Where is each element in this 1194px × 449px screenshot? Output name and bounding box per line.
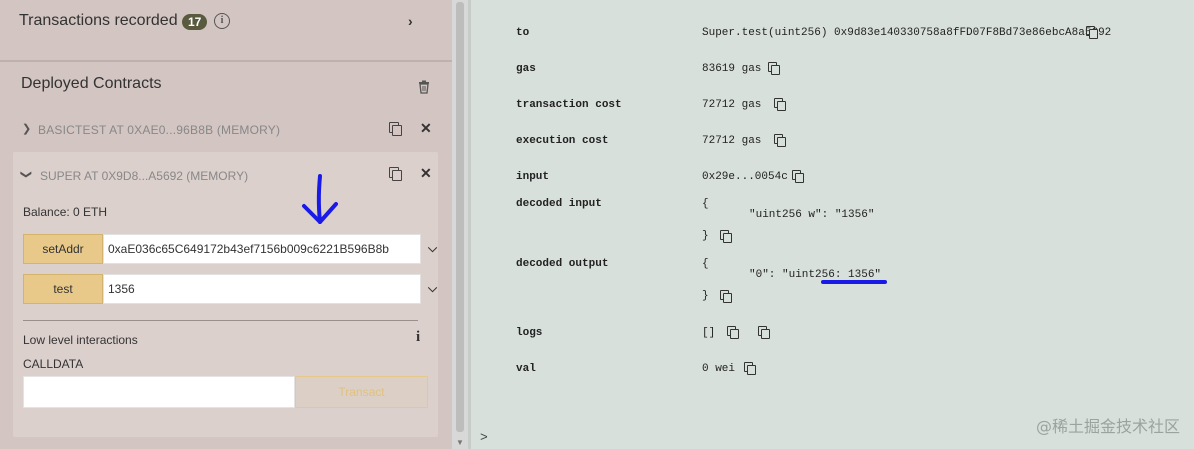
annotation-underline — [821, 280, 887, 284]
watermark: @稀土掘金技术社区 — [1035, 417, 1180, 436]
decoded-output-close: } — [702, 290, 709, 302]
scroll-down-icon[interactable]: ▼ — [456, 438, 464, 447]
value-gas: 83619 gas — [702, 63, 762, 75]
copy-icon[interactable] — [774, 98, 786, 111]
copy-icon[interactable] — [792, 170, 804, 183]
chevron-down-icon[interactable]: ⌵ — [428, 241, 437, 256]
key-input: input — [516, 171, 550, 183]
chevron-down-icon[interactable]: ⌵ — [428, 281, 437, 296]
contract-row-basictest[interactable]: ❯ BASICTEST AT 0XAE0...96B8B (MEMORY) ✕ — [0, 112, 452, 146]
copy-icon[interactable] — [744, 362, 756, 375]
function-row-test: test 1356 ⌵ — [23, 274, 437, 304]
calldata-label: CALLDATA — [23, 357, 84, 371]
key-val: val — [516, 363, 536, 375]
key-gas: gas — [516, 63, 536, 75]
copy-icon[interactable] — [774, 134, 786, 147]
value-transaction-cost: 72712 gas — [702, 99, 762, 111]
decoded-input-open: { — [702, 198, 709, 210]
key-execution-cost: execution cost — [516, 135, 609, 147]
trash-icon[interactable] — [418, 80, 430, 94]
value-input: 0x29e...0054c — [702, 171, 788, 183]
contract-label: SUPER AT 0X9D8...A5692 (MEMORY) — [40, 169, 249, 183]
deploy-run-panel: Transactions recorded 17 i › Deployed Co… — [0, 0, 452, 449]
transactions-recorded-header[interactable]: Transactions recorded 17 i › — [0, 0, 452, 44]
contract-label: BASICTEST AT 0XAE0...96B8B (MEMORY) — [38, 123, 281, 137]
function-row-setaddr: setAddr 0xaE036c65C649172b43ef7156b009c6… — [23, 234, 437, 264]
low-level-interactions-label: Low level interactions — [23, 333, 138, 347]
key-to: to — [516, 27, 530, 39]
info-icon[interactable]: i — [214, 13, 230, 29]
section-divider — [23, 320, 418, 321]
value-to: Super.test(uint256) 0x9d83e140330758a8fF… — [702, 27, 1112, 39]
copy-icon[interactable] — [727, 326, 739, 339]
copy-icon[interactable] — [768, 62, 780, 75]
test-input[interactable]: 1356 — [103, 274, 421, 304]
left-scrollbar[interactable]: ▼ — [452, 0, 468, 449]
copy-icon[interactable] — [758, 326, 770, 339]
deployed-contracts-title: Deployed Contracts — [21, 75, 162, 92]
value-logs: [] — [702, 327, 716, 339]
copy-icon[interactable] — [720, 230, 732, 243]
decoded-input-close: } — [702, 230, 709, 242]
value-val: 0 wei — [702, 363, 736, 375]
key-transaction-cost: transaction cost — [516, 99, 622, 111]
key-decoded-input: decoded input — [516, 198, 602, 210]
chevron-down-icon[interactable]: ❯ — [20, 170, 33, 179]
info-icon[interactable]: i — [416, 329, 420, 346]
calldata-input[interactable] — [23, 376, 295, 408]
transactions-count-badge: 17 — [182, 14, 208, 30]
chevron-right-icon[interactable]: ❯ — [22, 122, 31, 135]
chevron-right-icon[interactable]: › — [408, 13, 413, 29]
terminal-prompt[interactable]: > — [480, 430, 488, 445]
setaddr-button[interactable]: setAddr — [23, 234, 103, 264]
copy-icon[interactable] — [720, 290, 732, 303]
transactions-recorded-title: Transactions recorded — [19, 12, 178, 29]
transact-button[interactable]: Transact — [295, 376, 428, 408]
key-decoded-output: decoded output — [516, 258, 609, 270]
scrollbar-thumb[interactable] — [456, 2, 464, 432]
test-button[interactable]: test — [23, 274, 103, 304]
close-icon[interactable]: ✕ — [420, 120, 432, 137]
copy-icon[interactable] — [389, 122, 402, 136]
value-execution-cost: 72712 gas — [702, 135, 762, 147]
setaddr-input[interactable]: 0xaE036c65C649172b43ef7156b009c6221B596B… — [103, 234, 421, 264]
copy-icon[interactable] — [389, 167, 402, 181]
key-logs: logs — [516, 327, 543, 339]
terminal-panel: to Super.test(uint256) 0x9d83e140330758a… — [471, 0, 1194, 449]
section-divider — [0, 60, 452, 62]
close-icon[interactable]: ✕ — [420, 165, 432, 182]
copy-icon[interactable] — [1086, 26, 1098, 39]
balance-text: Balance: 0 ETH — [23, 205, 108, 219]
decoded-output-open: { — [702, 258, 709, 270]
contract-panel-super: ❯ SUPER AT 0X9D8...A5692 (MEMORY) ✕ Bala… — [13, 152, 438, 437]
annotation-arrow-icon — [302, 174, 338, 224]
decoded-input-body: "uint256 w": "1356" — [749, 209, 875, 221]
